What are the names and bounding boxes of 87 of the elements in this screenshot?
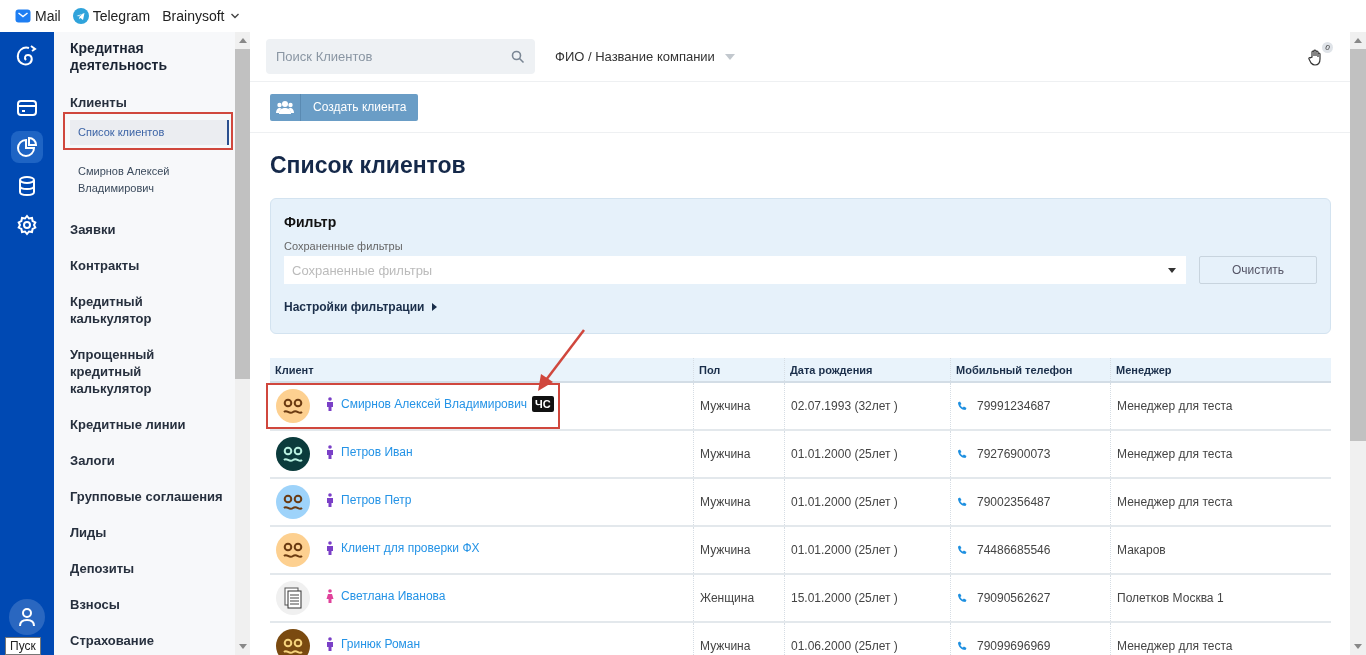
- sidebar-item[interactable]: Клиенты: [54, 94, 235, 111]
- table-cell: 79276900073: [977, 447, 1051, 461]
- table-cell: 79099696969: [977, 639, 1051, 653]
- phone-icon: [957, 641, 967, 651]
- topbar-link[interactable]: Telegram: [72, 8, 151, 24]
- column-header: Дата рождения: [784, 358, 951, 382]
- users-icon: [276, 100, 294, 114]
- hand-icon[interactable]: [1306, 47, 1324, 66]
- table-cell: 01.01.2000 (25лет ): [784, 478, 951, 526]
- table-cell: Мужчина: [693, 622, 785, 655]
- table-cell: Женщина: [693, 574, 785, 622]
- person-icon: [326, 493, 334, 507]
- page-title: Список клиентов: [270, 151, 467, 179]
- tooltip: Пуск: [5, 637, 41, 655]
- search-field[interactable]: Поиск Клиентов: [266, 39, 535, 74]
- sidebar-item[interactable]: Лиды: [54, 524, 235, 541]
- table-cell: Менеджер для теста: [1110, 622, 1331, 655]
- sidebar-subitem[interactable]: Смирнов Алексей Владимирович: [70, 159, 229, 201]
- field-label: Сохраненные фильтры: [284, 240, 404, 252]
- search-icon: [511, 50, 525, 64]
- paper-plane-icon: [72, 8, 89, 24]
- settings-icon[interactable]: [16, 214, 38, 236]
- phone-icon: [957, 497, 967, 507]
- section-heading: Кредитная деятельность: [69, 40, 169, 74]
- page-scrollbar[interactable]: [1350, 32, 1366, 655]
- filter-title: Фильтр: [284, 214, 338, 230]
- phone-icon: [957, 593, 967, 603]
- table-cell: 79002356487: [977, 495, 1051, 509]
- search-mode-dropdown[interactable]: ФИО / Название компании: [555, 49, 735, 64]
- count-badge: 0: [1322, 41, 1333, 53]
- person-icon: [326, 541, 334, 555]
- table-cell: Менеджер для теста: [1110, 478, 1331, 526]
- sidebar-item[interactable]: Кредитные линии: [54, 416, 235, 433]
- person-icon: [326, 589, 334, 603]
- table-cell: 01.06.2000 (25лет ): [784, 622, 951, 655]
- table-cell: 01.01.2000 (25лет ): [784, 526, 951, 574]
- card-icon[interactable]: [16, 97, 38, 119]
- filter-settings-link[interactable]: Настройки фильтрации: [284, 300, 1317, 314]
- table-cell: 79991234687: [977, 399, 1051, 413]
- table-cell: Полетков Москва 1: [1110, 574, 1331, 622]
- caret-right-icon: [432, 303, 438, 311]
- sidebar-item[interactable]: Депозиты: [54, 560, 235, 577]
- table-cell: Менеджер для теста: [1110, 430, 1331, 478]
- rail-button[interactable]: [11, 131, 43, 163]
- person-icon: [326, 637, 334, 651]
- sidebar-item[interactable]: Взносы: [54, 596, 235, 613]
- sidebar-item[interactable]: Групповые соглашения: [54, 488, 235, 505]
- topbar-link[interactable]: Mail: [15, 8, 61, 24]
- table-cell: 01.01.2000 (25лет ): [784, 430, 951, 478]
- table-cell: Макаров: [1110, 526, 1331, 574]
- person-icon: [326, 397, 334, 411]
- sidebar-item[interactable]: Контракты: [54, 257, 235, 274]
- column-header: Мобильный телефон: [950, 358, 1111, 382]
- database-icon[interactable]: [16, 175, 38, 197]
- table-cell: 79090562627: [977, 591, 1051, 605]
- phone-icon: [957, 545, 967, 555]
- caret-icon: [724, 53, 735, 60]
- phone-icon: [957, 449, 967, 459]
- person-icon: [326, 445, 334, 459]
- column-header: Пол: [693, 358, 785, 382]
- sidebar-item[interactable]: Заявки: [54, 221, 235, 238]
- table-cell: 02.07.1993 (32лет ): [784, 382, 951, 430]
- table-cell: Мужчина: [693, 382, 785, 430]
- tag: ЧС: [532, 396, 554, 412]
- caret-icon: [1168, 268, 1176, 273]
- clear-button[interactable]: Очистить: [1199, 256, 1317, 284]
- saved-filters-select[interactable]: Сохраненные фильтры: [284, 256, 1186, 284]
- column-header: Клиент: [270, 358, 694, 382]
- sidebar-item[interactable]: Упрощенный кредитный калькулятор: [54, 346, 235, 397]
- sidebar-item[interactable]: Страхование: [54, 632, 235, 649]
- document-avatar-icon: [276, 581, 310, 615]
- user-button[interactable]: [9, 599, 45, 635]
- person-icon: [16, 606, 38, 628]
- table-cell: Менеджер для теста: [1110, 382, 1331, 430]
- sidebar-item[interactable]: Кредитный калькулятор: [54, 293, 235, 327]
- sidebar-scrollbar[interactable]: [235, 32, 250, 655]
- sidebar-item[interactable]: Залоги: [54, 452, 235, 469]
- table-cell: 15.01.2000 (25лет ): [784, 574, 951, 622]
- mail-icon: [15, 8, 31, 24]
- sidebar-subitem[interactable]: Список клиентов: [70, 120, 229, 145]
- topbar-link[interactable]: Brainysoft: [162, 8, 241, 24]
- table-cell: Мужчина: [693, 526, 785, 574]
- table-cell: Мужчина: [693, 478, 785, 526]
- phone-icon: [957, 401, 967, 411]
- table-cell: Мужчина: [693, 430, 785, 478]
- table-cell: 74486685546: [977, 543, 1051, 557]
- column-header: Менеджер: [1110, 358, 1331, 382]
